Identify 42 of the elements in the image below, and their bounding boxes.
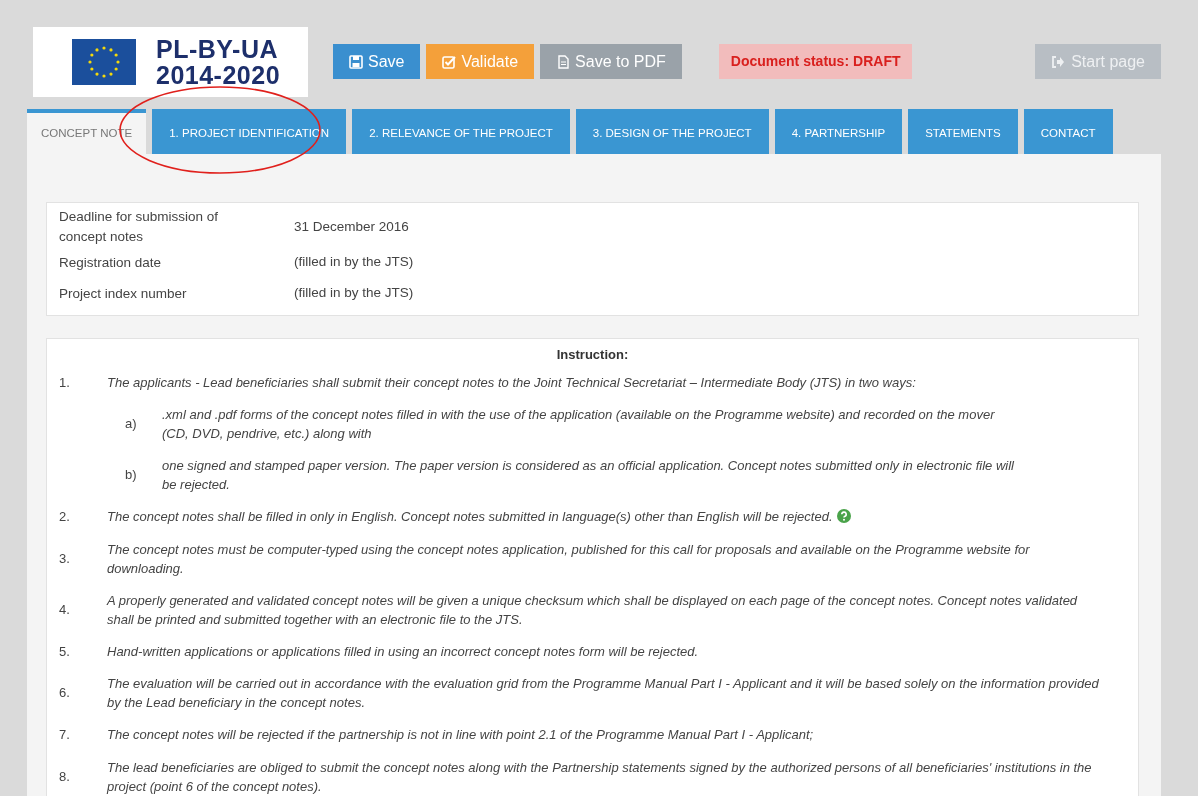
instruction-title: Instruction: bbox=[555, 346, 630, 364]
instruction-text: The concept notes must be computer-typed using the concept notes application, published for this call for proposals and available on the Programme website for downloading. bbox=[107, 540, 1031, 578]
item-number: b) bbox=[125, 466, 138, 485]
validate-button[interactable]: Validate bbox=[426, 44, 535, 79]
instruction-text: .xml and .pdf forms of the concept notes filled in with the use of the application (available on the Programme website) and recorded on the mover (CD, DVD, pendrive, etc.) along with bbox=[162, 406, 996, 443]
item-number: 6. bbox=[59, 684, 71, 703]
document-icon bbox=[556, 54, 571, 69]
item-number: 7. bbox=[59, 726, 71, 744]
tab[interactable]: 2. RELEVANCE OF THE PROJECT bbox=[352, 109, 570, 154]
item-number: 3. bbox=[59, 549, 71, 568]
help-icon[interactable] bbox=[836, 509, 851, 524]
field-value: (filled in by the JTS) bbox=[294, 253, 414, 272]
instruction-text: The lead beneficiaries are obliged to submit the concept notes along with the Partnership statements signed by the authorized persons of all beneficiaries' institutions in the project (point 6 of the concept notes). bbox=[107, 758, 1093, 796]
instruction-text: Hand-written applications or applications filled in using an incorrect concept notes form will be rejected. bbox=[107, 642, 700, 661]
instruction-text: A properly generated and validated concept notes will be given a unique checksum which shall be displayed on each page of the concept notes. Concept notes validated shall be printed and submitted together with an electronic file to the JTS. bbox=[107, 591, 1079, 629]
field-label: Registration date bbox=[59, 253, 163, 272]
logo-text: 2014-2020 bbox=[156, 62, 281, 88]
field-label: Project index number bbox=[59, 284, 188, 303]
instruction-text: The evaluation will be carried out in accordance with the evaluation grid from the Programme Manual Part I - Applicant and it will be based solely on the information provided by the Lead beneficiary in the concept notes. bbox=[107, 675, 1100, 712]
exit-icon bbox=[1051, 54, 1066, 69]
field-value: 31 December 2016 bbox=[294, 217, 409, 236]
tab[interactable]: STATEMENTS bbox=[908, 109, 1018, 154]
field-label: Deadline for submission of concept notes bbox=[59, 208, 220, 246]
checkbox-icon bbox=[442, 54, 457, 69]
instruction-text: The applicants - Lead beneficiaries shall submit their concept notes to the Joint Technical Secretariat – Intermediate Body (JTS) in two ways: bbox=[107, 373, 917, 392]
document-status: Document status: DRAFT bbox=[718, 44, 913, 79]
item-number: 1. bbox=[59, 373, 71, 392]
eu-flag-icon bbox=[72, 39, 136, 85]
instruction-text: one signed and stamped paper version. The paper version is considered as an official application. Concept notes submitted only in electronic file will be rejected. bbox=[162, 457, 1015, 494]
item-number: 2. bbox=[59, 508, 71, 526]
tab[interactable]: 4. PARTNERSHIP bbox=[774, 109, 903, 154]
item-number: a) bbox=[125, 415, 138, 434]
save-button[interactable]: Save bbox=[333, 44, 421, 79]
item-number: 4. bbox=[59, 600, 71, 619]
item-number: 8. bbox=[59, 767, 71, 786]
tab[interactable]: CONTACT bbox=[1023, 109, 1113, 154]
logo-text: PL-BY-UA bbox=[156, 36, 280, 62]
item-number: 5. bbox=[59, 642, 71, 661]
instruction-text: The concept notes will be rejected if the partnership is not in line with point 2.1 of the Programme Manual Part I - Applicant; bbox=[107, 726, 815, 745]
tab[interactable]: 3. DESIGN OF THE PROJECT bbox=[575, 109, 769, 154]
field-value: (filled in by the JTS) bbox=[294, 284, 414, 303]
instruction-text: The concept notes shall be filled in only in English. Concept notes submitted in language(s) other than English will be rejected. bbox=[107, 507, 871, 527]
